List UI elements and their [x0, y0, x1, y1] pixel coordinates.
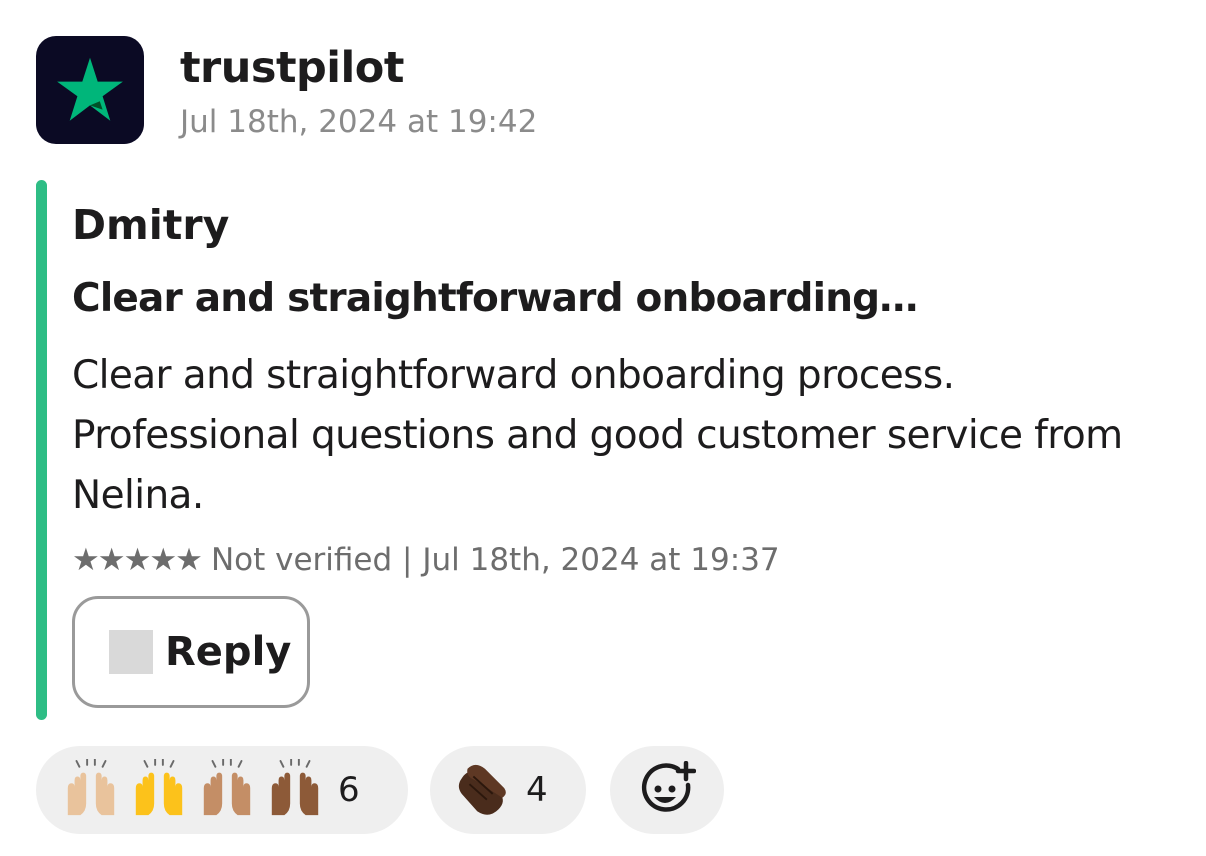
raising-hands-dark-icon: [271, 759, 319, 818]
review-body: Clear and straightforward onboarding pro…: [72, 353, 1123, 518]
add-reaction-icon: [641, 761, 696, 812]
raising-hands-yellow-icon: [135, 759, 183, 818]
reaction-count: 4: [526, 770, 548, 810]
star-rating: ★★★★★: [72, 542, 203, 578]
trustpilot-star-icon: [57, 57, 123, 121]
review-title: Clear and straightforward onboarding…: [72, 276, 918, 321]
reaction-raising-hands[interactable]: 6: [36, 746, 408, 834]
review-meta-text: Not verified | Jul 18th, 2024 at 19:37: [210, 542, 780, 578]
reaction-count: 6: [338, 770, 360, 810]
raising-hands-medium-icon: [203, 759, 251, 818]
review-meta: ★★★★★ Not verified | Jul 18th, 2024 at 19…: [72, 538, 780, 582]
message-timestamp[interactable]: Jul 18th, 2024 at 19:42: [180, 102, 537, 142]
attachment-accent-bar: [36, 180, 47, 720]
reply-label: Reply: [165, 629, 292, 675]
raising-hands-light-icon: [67, 759, 115, 818]
add-reaction-button[interactable]: [610, 746, 724, 834]
reply-button[interactable]: Reply: [72, 596, 310, 708]
reaction-clapping-hands[interactable]: 4: [430, 746, 586, 834]
review-author: Dmitry: [72, 201, 230, 249]
trustpilot-avatar[interactable]: [36, 36, 144, 144]
clapping-hands-dark-icon: [458, 764, 506, 815]
sender-name[interactable]: trustpilot: [180, 40, 404, 96]
reply-icon: [109, 630, 153, 674]
